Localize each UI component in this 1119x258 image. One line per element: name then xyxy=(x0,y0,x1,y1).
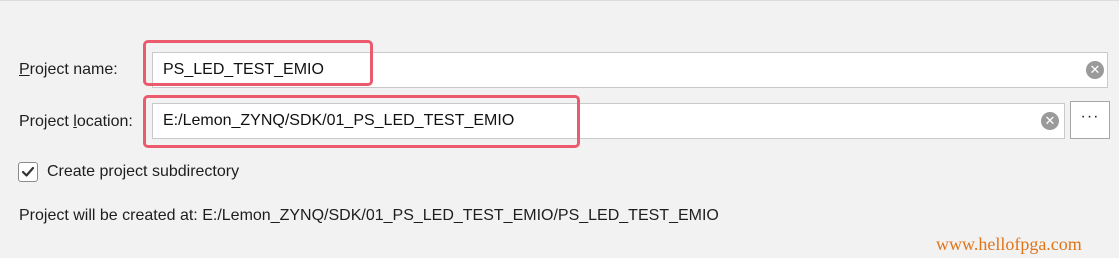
project-name-mnemonic: P xyxy=(19,61,30,78)
project-location-label: Project location: xyxy=(19,113,133,131)
project-location-value[interactable]: E:/Lemon_ZYNQ/SDK/01_PS_LED_TEST_EMIO xyxy=(163,112,514,130)
project-name-input[interactable]: PS_LED_TEST_EMIO ✕ xyxy=(152,52,1108,88)
checkmark-icon xyxy=(21,166,35,177)
project-name-label-text: roject name: xyxy=(29,61,118,78)
project-location-input[interactable]: E:/Lemon_ZYNQ/SDK/01_PS_LED_TEST_EMIO ✕ xyxy=(152,103,1065,139)
top-divider xyxy=(0,0,1119,1)
watermark: www.hellofpga.com xyxy=(936,234,1082,254)
create-subdirectory-checkbox[interactable] xyxy=(18,162,38,182)
clear-icon[interactable]: ✕ xyxy=(1086,61,1104,79)
created-at-label: Project will be created at: xyxy=(19,207,198,224)
more-icon: ··· xyxy=(1080,108,1100,125)
project-location-label-before: Project xyxy=(19,113,74,130)
create-subdirectory-label[interactable]: Create project subdirectory xyxy=(47,163,239,181)
project-name-value[interactable]: PS_LED_TEST_EMIO xyxy=(163,61,324,79)
project-name-label: Project name: xyxy=(19,61,118,79)
project-created-at: Project will be created at: E:/Lemon_ZYN… xyxy=(19,207,719,225)
browse-button[interactable]: ··· xyxy=(1070,101,1110,139)
created-at-path: E:/Lemon_ZYNQ/SDK/01_PS_LED_TEST_EMIO/PS… xyxy=(202,207,719,224)
clear-icon[interactable]: ✕ xyxy=(1041,112,1059,130)
project-location-label-after: ocation: xyxy=(76,113,133,130)
